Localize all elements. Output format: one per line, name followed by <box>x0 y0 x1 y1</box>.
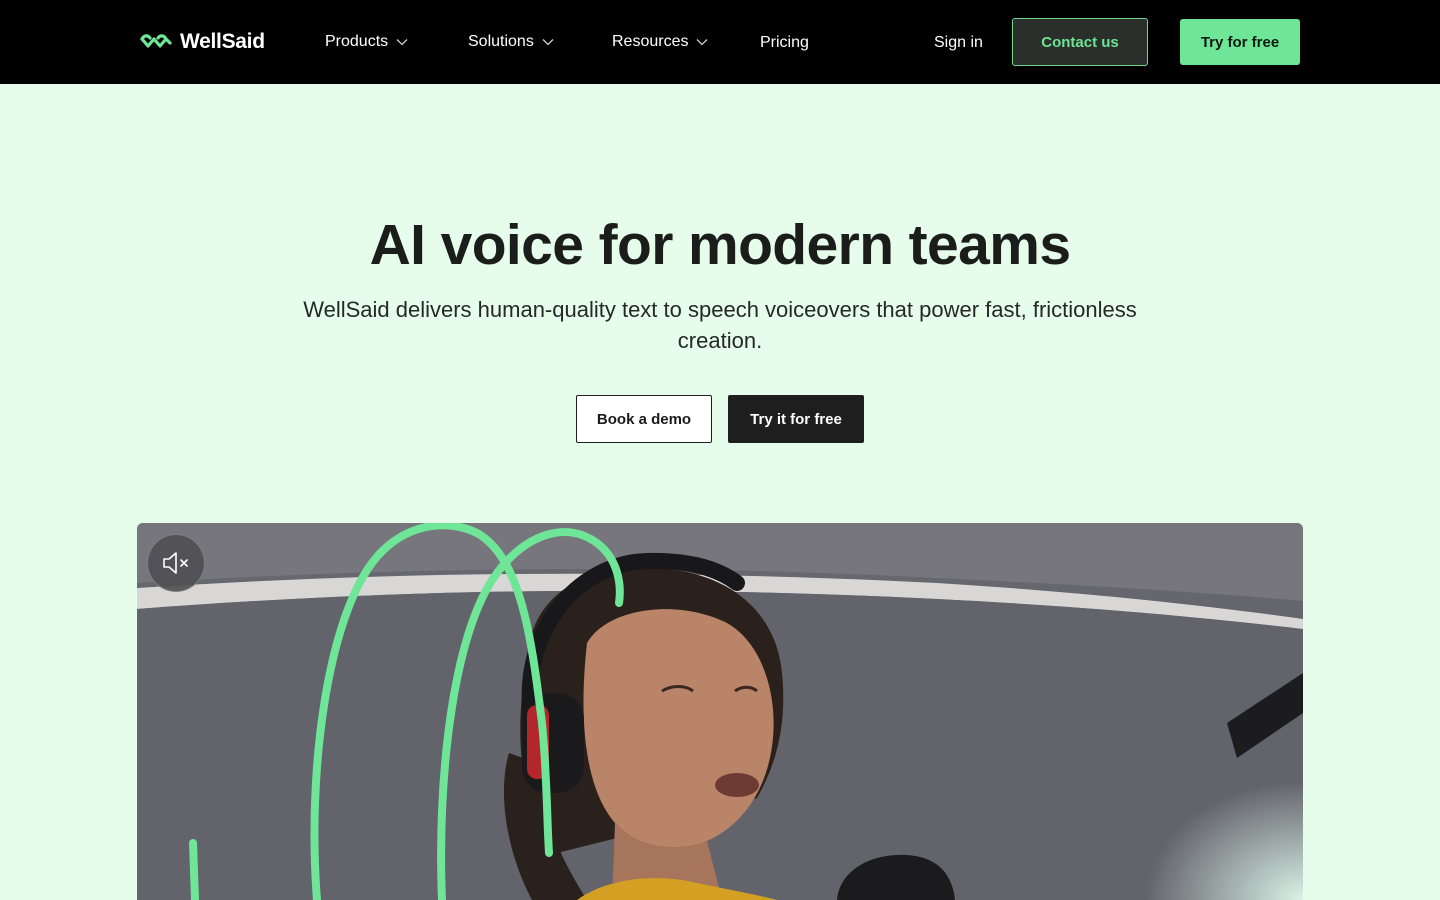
nav-item-label: Resources <box>612 33 689 50</box>
hero-title: AI voice for modern teams <box>369 213 1071 277</box>
speaker-muted-icon <box>163 552 188 574</box>
chevron-down-icon <box>542 39 554 46</box>
hero-video[interactable] <box>137 523 1303 900</box>
chevron-down-icon <box>396 39 408 46</box>
wellsaid-logo[interactable]: WellSaid <box>139 27 265 57</box>
hero-subtitle: WellSaid delivers human-quality text to … <box>303 297 1137 353</box>
decorative-glow <box>1143 780 1303 900</box>
try-it-free-button[interactable]: Try it for free <box>728 395 864 443</box>
nav-item-label: Solutions <box>468 33 534 50</box>
nav-item-solutions[interactable]: Solutions <box>468 29 554 55</box>
sign-in-label: Sign in <box>934 34 983 51</box>
try-for-free-button[interactable]: Try for free <box>1180 19 1300 65</box>
top-nav: WellSaid Products Solutions Resources Pr… <box>0 0 1440 84</box>
nav-item-label: Pricing <box>760 34 809 51</box>
mute-toggle-button[interactable] <box>147 534 205 592</box>
nav-item-products[interactable]: Products <box>325 29 408 55</box>
nav-item-label: Products <box>325 33 389 50</box>
contact-us-button[interactable]: Contact us <box>1012 18 1148 66</box>
sign-in-link[interactable]: Sign in <box>934 30 983 56</box>
chevron-down-icon <box>697 39 708 46</box>
nav-item-pricing[interactable]: Pricing <box>760 30 809 56</box>
book-demo-button[interactable]: Book a demo <box>576 395 712 443</box>
nav-item-resources[interactable]: Resources <box>612 29 708 55</box>
brand-name: WellSaid <box>180 30 265 53</box>
wellsaid-logo-icon <box>140 34 172 48</box>
video-frame-illustration <box>137 523 1303 900</box>
